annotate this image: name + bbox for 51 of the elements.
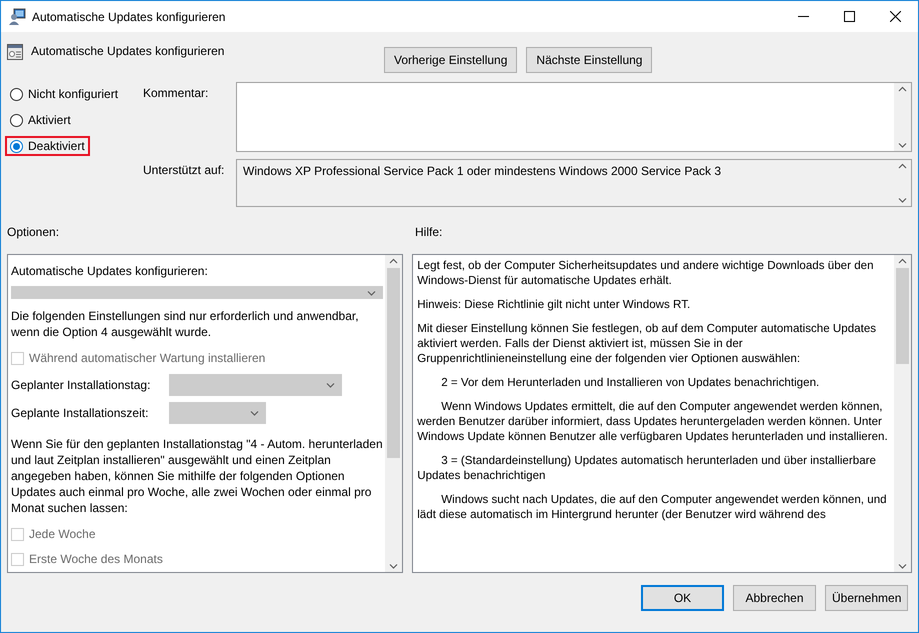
field-label: Geplanter Installationstag:: [11, 378, 152, 392]
scroll-up-icon[interactable]: [389, 258, 398, 264]
computer-user-icon: [9, 8, 26, 25]
window-title: Automatische Updates konfigurieren: [32, 10, 226, 24]
close-icon: [890, 11, 900, 22]
navigation-button[interactable]: Nächste Einstellung: [526, 47, 652, 73]
navigation-button[interactable]: Vorherige Einstellung: [384, 47, 518, 73]
help-paragraph: 3 = (Standardeinstellung) Updates automatisch herunterladen und über installierbare Updates benachrichtigen: [417, 453, 877, 483]
policy-settings-icon: [7, 44, 23, 60]
radio-option[interactable]: Nicht konfiguriert: [5, 84, 124, 104]
scroll-down-icon[interactable]: [898, 142, 907, 148]
maximize-icon: [844, 11, 854, 22]
option-label: Automatische Updates konfigurieren:: [11, 264, 209, 278]
help-paragraph: 2 = Vor dem Herunterladen und Installieren von Updates benachrichtigen.: [440, 375, 820, 390]
supported-label: Unterstützt auf:: [143, 162, 226, 179]
scroll-down-icon[interactable]: [898, 197, 907, 203]
dialog-button[interactable]: Übernehmen: [825, 585, 908, 611]
radio-option[interactable]: Deaktiviert: [5, 136, 90, 156]
scroll-down-icon[interactable]: [898, 563, 907, 569]
scrollbar[interactable]: [894, 255, 911, 572]
field-label: Geplante Installationszeit:: [11, 406, 150, 420]
help-paragraph: Mit dieser Einstellung können Sie festlegen, ob auf dem Computer automatische Updates aktiviert werden. Falls der Dienst aktiviert ist, müssen Sie in der Gruppenrichtlinieneinstellung eine der folgenden vier Optionen auswählen:: [417, 321, 878, 366]
checkbox-label: Jede Woche: [29, 527, 96, 541]
scroll-down-icon[interactable]: [389, 563, 398, 569]
checkbox-label: Während automatischer Wartung installieren: [29, 351, 266, 365]
options-heading: Optionen:: [7, 225, 60, 239]
radio-option[interactable]: Aktiviert: [5, 110, 76, 130]
comment-label: Kommentar:: [143, 85, 210, 102]
option-description: Die folgenden Einstellungen sind nur erforderlich und anwendbar, wenn die Option 4 ausgewählt wurde.: [11, 308, 360, 340]
help-paragraph: Hinweis: Diese Richtlinie gilt nicht unter Windows RT.: [417, 297, 692, 312]
setting-title: Automatische Updates konfigurieren: [31, 44, 226, 58]
scroll-up-icon[interactable]: [898, 163, 907, 169]
chevron-down-icon: [326, 382, 335, 388]
supported-value: Windows XP Professional Service Pack 1 oder mindestens Windows 2000 Service Pack 3: [242, 163, 722, 180]
help-paragraph: Wenn Windows Updates ermittelt, die auf den Computer angewendet werden können, werden Benutzer darüber informiert, dass Updates heruntergeladen werden können. Unter Windows Update können Benutzer alle verfügbaren Updates herunterladen und installieren.: [417, 399, 889, 444]
dialog-button[interactable]: OK: [641, 585, 724, 611]
help-paragraph: Legt fest, ob der Computer Sicherheitsupdates und andere wichtige Downloads über den Windows-Dienst für automatische Updates erhält.: [417, 258, 875, 288]
comment-field[interactable]: [236, 82, 912, 152]
chevron-down-icon: [250, 410, 259, 416]
scroll-up-icon[interactable]: [898, 258, 907, 264]
scroll-thumb[interactable]: [387, 268, 400, 458]
scrollbar[interactable]: [385, 255, 402, 572]
help-paragraph: Windows sucht nach Updates, die auf den Computer angewendet werden können, und lädt diese automatisch im Hintergrund herunter (der Benutzer wird während des: [417, 492, 888, 522]
scrollbar[interactable]: [894, 83, 911, 151]
scroll-up-icon[interactable]: [898, 86, 907, 92]
chevron-down-icon: [367, 290, 376, 296]
help-heading: Hilfe:: [415, 225, 442, 239]
option-description: Wenn Sie für den geplanten Installationstag "4 - Autom. herunterladen und laut Zeitplan installieren" ausgewählt und einen Zeitplan angegeben haben, können Sie mithilfe der folgenden Optionen Updates auch einmal pro Woche, alle zwei Wochen oder einmal pro Monat suchen lassen:: [11, 436, 384, 516]
scroll-thumb[interactable]: [896, 268, 909, 364]
dialog-button[interactable]: Abbrechen: [733, 585, 816, 611]
checkbox-label: Erste Woche des Monats: [29, 552, 163, 566]
